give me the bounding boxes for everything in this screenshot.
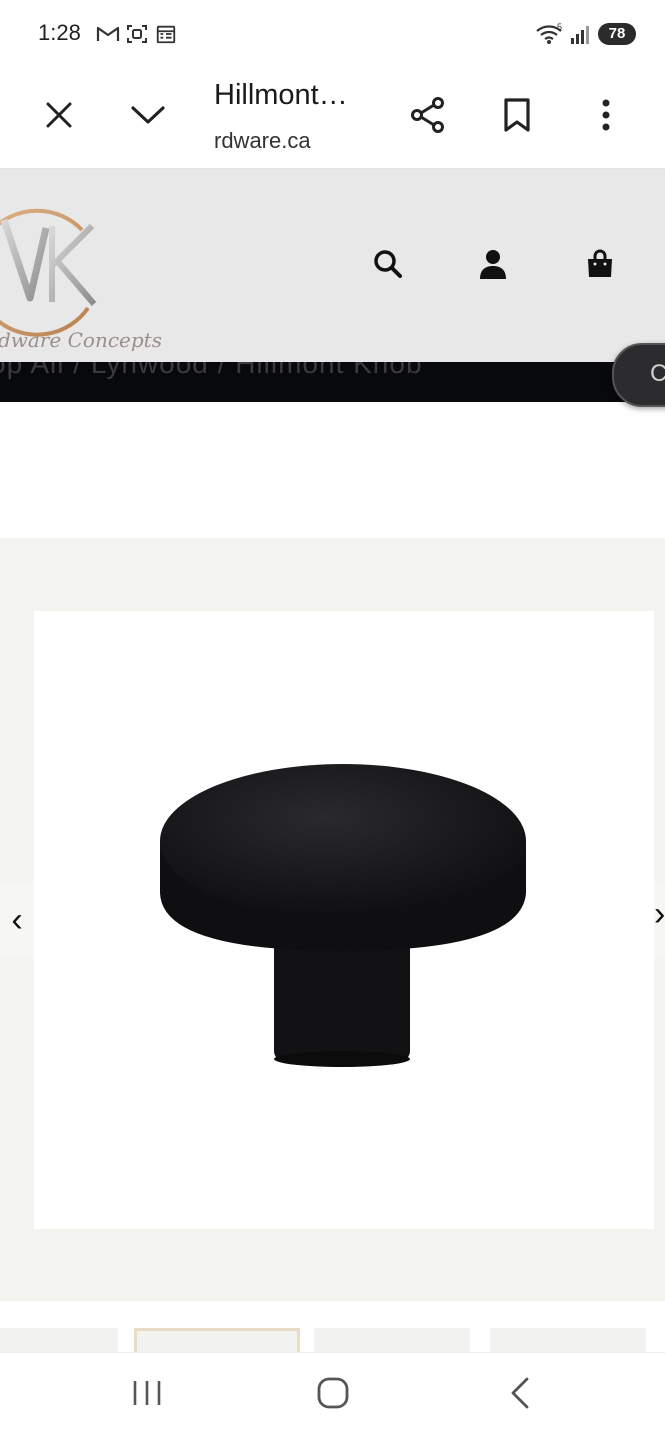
page-url: rdware.ca bbox=[214, 128, 311, 153]
account-icon bbox=[480, 250, 506, 279]
chevron-down-icon bbox=[131, 106, 165, 124]
breadcrumb: op All / Lynwood / Hillmont Knob bbox=[0, 362, 665, 402]
recents-icon[interactable] bbox=[130, 1378, 164, 1408]
floating-chat-label: C bbox=[650, 360, 665, 387]
bag-icon bbox=[588, 249, 612, 277]
share-button[interactable] bbox=[400, 87, 456, 143]
close-icon bbox=[46, 102, 72, 128]
close-tab-button[interactable] bbox=[31, 87, 87, 143]
gallery-next-button[interactable]: › bbox=[654, 881, 665, 959]
product-image[interactable] bbox=[34, 611, 654, 1229]
chevron-left-icon: ‹ bbox=[11, 900, 23, 939]
signal-icon bbox=[571, 26, 589, 44]
more-options-button[interactable] bbox=[578, 87, 634, 143]
calendar-icon bbox=[156, 25, 176, 44]
knob-image bbox=[160, 764, 526, 1067]
logo-tagline: dware Concepts bbox=[0, 328, 162, 352]
site-search-button[interactable] bbox=[360, 236, 416, 292]
bookmark-icon bbox=[504, 98, 530, 132]
gallery-prev-button[interactable]: ‹ bbox=[0, 881, 34, 959]
svg-text:5: 5 bbox=[557, 22, 562, 32]
account-button[interactable] bbox=[465, 236, 521, 292]
more-vert-icon bbox=[602, 99, 610, 131]
gmail-icon bbox=[96, 26, 120, 41]
minimize-tab-button[interactable] bbox=[120, 87, 176, 143]
page-title: Hillmont… bbox=[214, 79, 348, 111]
wifi-icon: 5 bbox=[536, 22, 562, 44]
screenshot-icon bbox=[127, 25, 147, 43]
breadcrumb-text[interactable]: op All / Lynwood / Hillmont Knob bbox=[0, 362, 423, 380]
status-time: 1:28 bbox=[38, 20, 81, 45]
chevron-right-icon: › bbox=[654, 895, 665, 933]
bookmark-button[interactable] bbox=[489, 87, 545, 143]
cart-button[interactable] bbox=[572, 236, 628, 292]
share-icon bbox=[411, 97, 444, 133]
search-icon bbox=[374, 250, 402, 278]
battery-level: 78 bbox=[598, 23, 636, 45]
home-icon[interactable] bbox=[316, 1376, 350, 1410]
back-icon[interactable] bbox=[505, 1376, 535, 1410]
